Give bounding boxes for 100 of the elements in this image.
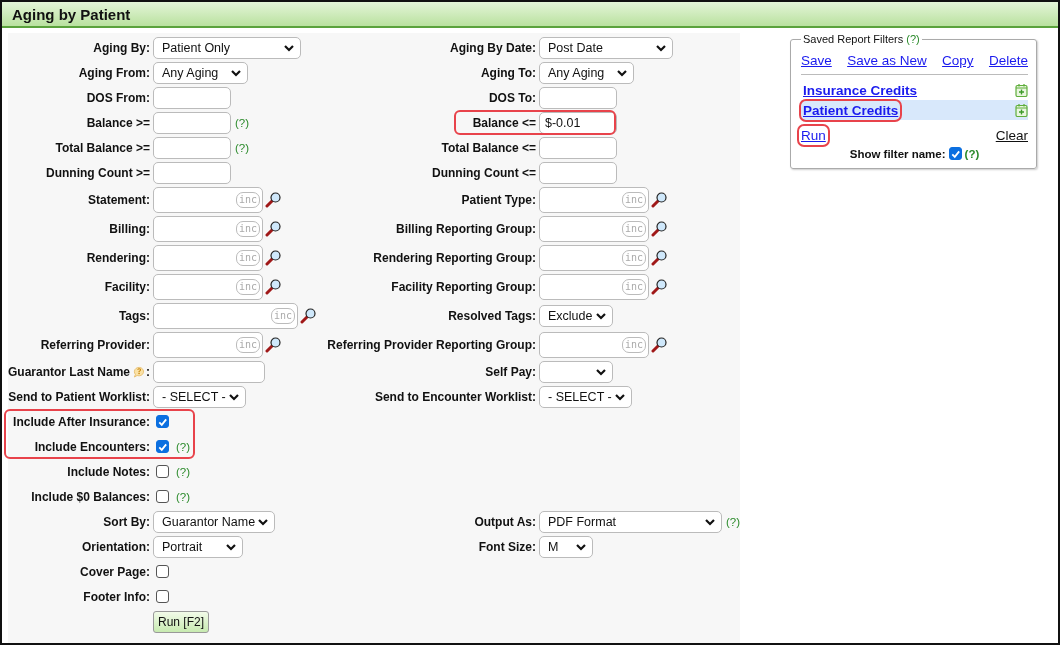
search-icon[interactable]: [265, 336, 281, 353]
chevron-icon: [284, 43, 294, 52]
text-field[interactable]: [153, 111, 231, 134]
text-field[interactable]: $-0.01: [539, 111, 617, 134]
search-icon[interactable]: [265, 220, 281, 237]
text-field[interactable]: [539, 86, 617, 109]
field-label: Referring Provider Reporting Group:: [327, 337, 536, 352]
text-field[interactable]: [539, 136, 617, 159]
action-link[interactable]: Save as New: [847, 53, 927, 68]
include-toggle[interactable]: inc: [621, 191, 646, 208]
text-field[interactable]: [153, 360, 265, 383]
include-toggle[interactable]: inc: [621, 336, 646, 353]
help-link[interactable]: (?): [726, 515, 741, 528]
field-label: Aging From:: [78, 65, 150, 80]
field-label: Send to Encounter Worklist:: [374, 389, 536, 404]
search-icon[interactable]: [265, 249, 281, 266]
dropdown[interactable]: Exclude: [539, 304, 613, 327]
help-link[interactable]: (?): [176, 465, 191, 478]
dropdown[interactable]: Guarantor Name: [153, 510, 275, 533]
checkbox[interactable]: [156, 490, 169, 503]
field-label: Rendering Reporting Group:: [373, 250, 536, 265]
search-icon[interactable]: [651, 191, 667, 208]
lookup-field[interactable]: inc: [153, 331, 263, 358]
dropdown[interactable]: Post Date: [539, 36, 673, 59]
search-icon[interactable]: [265, 278, 281, 295]
dropdown[interactable]: Portrait: [153, 535, 243, 558]
lookup-field[interactable]: inc: [153, 186, 263, 213]
clear-link[interactable]: Clear: [995, 128, 1028, 143]
field-label: Aging By:: [93, 40, 150, 55]
field-label: Facility Reporting Group:: [391, 279, 536, 294]
dropdown[interactable]: Patient Only: [153, 36, 301, 59]
dropdown[interactable]: Any Aging: [539, 61, 634, 84]
field-label: Font Size:: [478, 539, 536, 554]
text-field[interactable]: [153, 136, 231, 159]
field-label: Show filter name:: [849, 147, 946, 160]
field-label: Self Pay:: [485, 364, 536, 379]
include-toggle[interactable]: inc: [235, 220, 260, 237]
include-toggle[interactable]: inc: [235, 191, 260, 208]
search-icon[interactable]: [300, 307, 316, 324]
field-label: Dunning Count <=: [432, 165, 536, 180]
checkbox[interactable]: [156, 440, 169, 453]
lookup-field[interactable]: inc: [153, 244, 263, 271]
include-toggle[interactable]: inc: [235, 278, 260, 295]
dropdown[interactable]: - SELECT -: [153, 385, 246, 408]
text-field[interactable]: [153, 86, 231, 109]
help-link[interactable]: (?): [906, 33, 920, 45]
field-label: Sort By:: [103, 514, 150, 529]
include-toggle[interactable]: inc: [235, 336, 260, 353]
action-link[interactable]: Delete: [988, 53, 1028, 68]
run-button[interactable]: Run [F2]: [153, 611, 210, 633]
action-link[interactable]: Save: [801, 53, 832, 68]
lookup-field[interactable]: inc: [539, 331, 649, 358]
checkbox[interactable]: [948, 147, 962, 160]
include-toggle[interactable]: inc: [621, 278, 646, 295]
lookup-field[interactable]: inc: [539, 273, 649, 300]
chevron-icon: [226, 542, 236, 551]
dropdown[interactable]: PDF Format: [539, 510, 722, 533]
search-icon[interactable]: [265, 191, 281, 208]
checkbox[interactable]: [156, 465, 169, 478]
filter-item[interactable]: Insurance Credits: [801, 80, 1028, 100]
chevron-icon: [615, 392, 625, 401]
checkbox[interactable]: [156, 415, 169, 428]
calendar-plus-icon: [1015, 83, 1028, 97]
dropdown[interactable]: Any Aging: [153, 61, 248, 84]
field-label: Guarantor Last Name: [8, 364, 131, 379]
chevron-icon: [229, 392, 239, 401]
lookup-field[interactable]: inc: [153, 215, 263, 242]
lookup-field[interactable]: inc: [539, 215, 649, 242]
field-label: DOS To:: [488, 90, 536, 105]
chevron-icon: [617, 68, 627, 77]
chevron-icon: [705, 517, 715, 526]
dropdown[interactable]: M: [539, 535, 593, 558]
field-label: Include Encounters:: [34, 439, 150, 454]
text-field[interactable]: [153, 161, 231, 184]
field-label: Total Balance >=: [55, 140, 150, 155]
dropdown[interactable]: - SELECT -: [539, 385, 632, 408]
lookup-field[interactable]: inc: [153, 273, 263, 300]
help-link[interactable]: (?): [964, 147, 980, 160]
search-icon[interactable]: [651, 220, 667, 237]
help-link[interactable]: (?): [235, 141, 250, 154]
lookup-field[interactable]: inc: [153, 302, 298, 329]
search-icon[interactable]: [651, 278, 667, 295]
checkbox[interactable]: [156, 590, 169, 603]
field-label: Footer Info:: [83, 589, 150, 604]
text-field[interactable]: [539, 161, 617, 184]
action-link[interactable]: Copy: [942, 53, 974, 68]
lookup-field[interactable]: inc: [539, 186, 649, 213]
include-toggle[interactable]: inc: [270, 307, 295, 324]
help-link[interactable]: (?): [176, 440, 191, 453]
search-icon[interactable]: [651, 336, 667, 353]
filter-item[interactable]: Patient Credits: [801, 100, 1028, 120]
checkbox[interactable]: [156, 565, 169, 578]
help-link[interactable]: (?): [235, 116, 250, 129]
include-toggle[interactable]: inc: [621, 249, 646, 266]
filter-link[interactable]: Insurance Credits: [803, 82, 918, 98]
help-link[interactable]: (?): [176, 490, 191, 503]
lookup-field[interactable]: inc: [539, 244, 649, 271]
include-toggle[interactable]: inc: [235, 249, 260, 266]
search-icon[interactable]: [651, 249, 667, 266]
include-toggle[interactable]: inc: [621, 220, 646, 237]
